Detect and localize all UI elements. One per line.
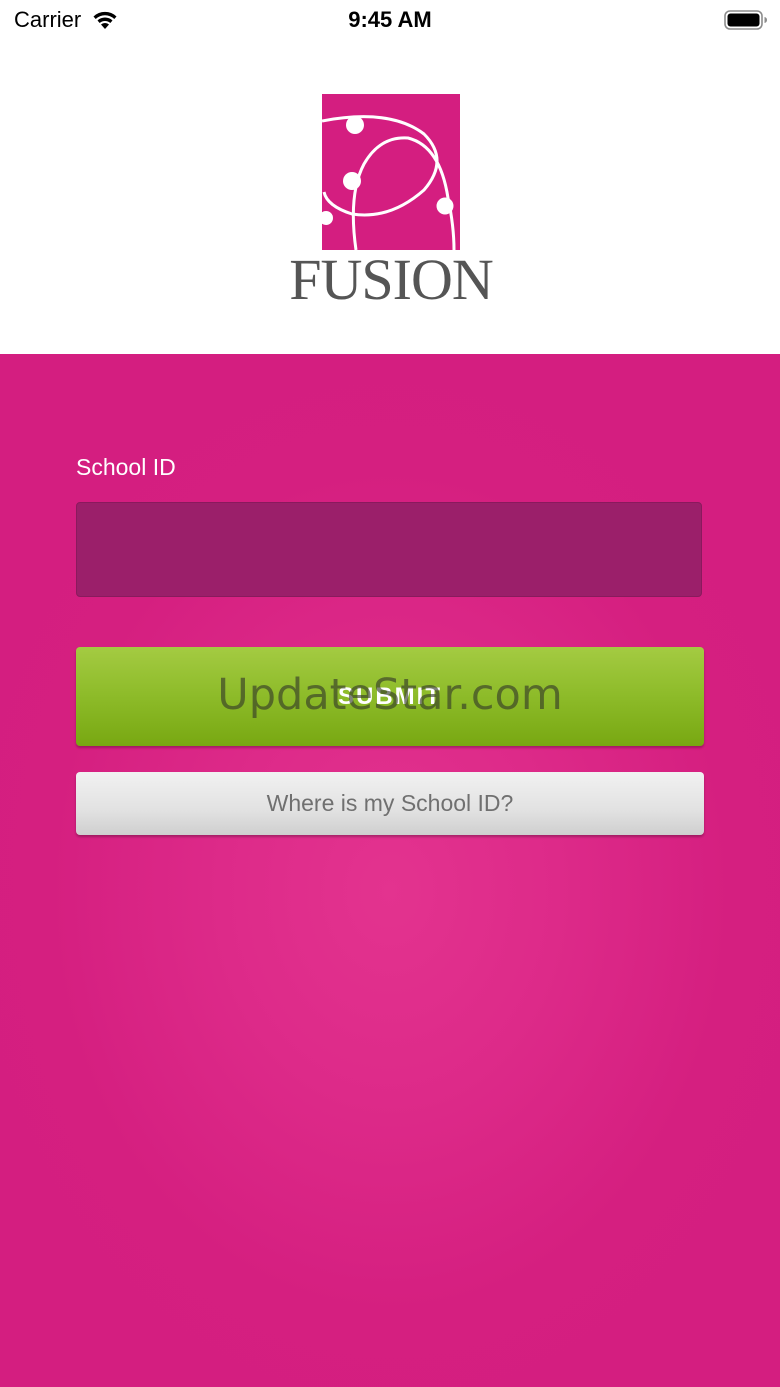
battery-icon	[724, 10, 767, 30]
fusion-orbit-logo-icon	[322, 94, 460, 250]
fusion-logo-text: FUSION	[289, 247, 494, 312]
school-id-input[interactable]	[76, 502, 702, 597]
submit-button[interactable]: SUBMIT	[76, 647, 704, 746]
school-id-label: School ID	[76, 454, 176, 480]
header: FUSION	[0, 40, 780, 354]
where-is-school-id-button[interactable]: Where is my School ID?	[76, 772, 704, 835]
login-panel: School ID SUBMIT UpdateStar.com Where is…	[0, 354, 780, 1387]
submit-button-label: SUBMIT	[338, 682, 442, 710]
status-bar: Carrier 9:45 AM	[0, 0, 780, 40]
where-is-school-id-label: Where is my School ID?	[266, 790, 514, 816]
status-time: 9:45 AM	[348, 7, 432, 32]
fusion-logo: FUSION	[286, 94, 496, 314]
